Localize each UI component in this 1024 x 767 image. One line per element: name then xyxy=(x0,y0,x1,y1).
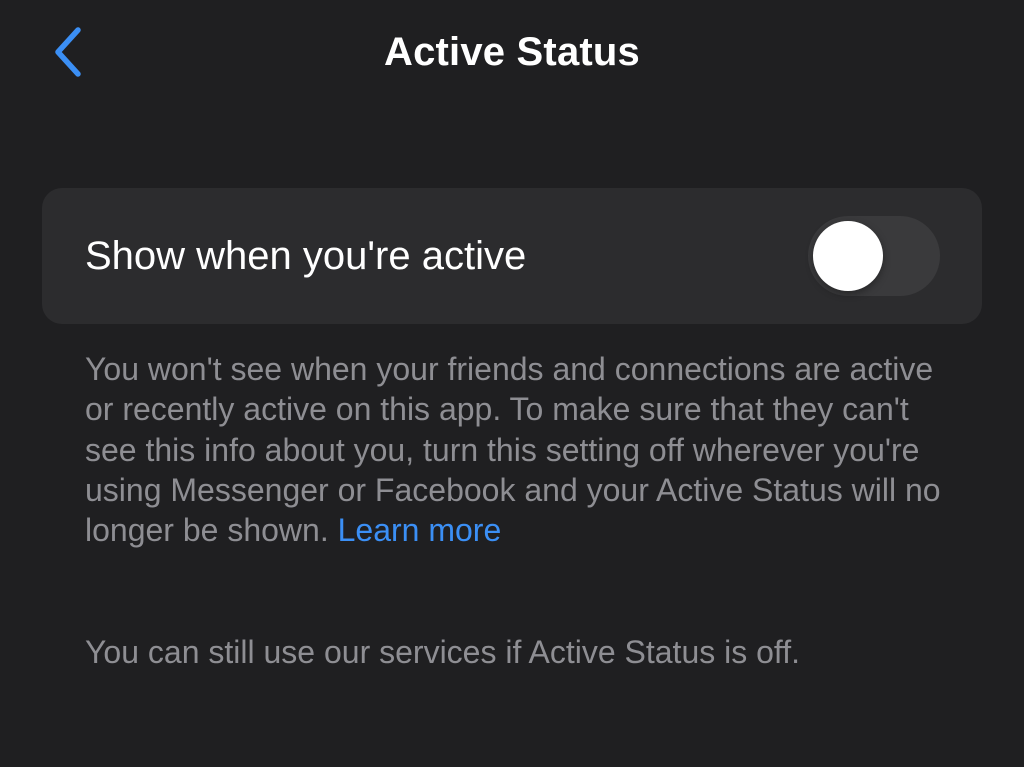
description-text: You won't see when your friends and conn… xyxy=(85,351,941,549)
learn-more-link[interactable]: Learn more xyxy=(338,512,502,548)
show-active-label: Show when you're active xyxy=(85,234,527,278)
show-active-setting-row: Show when you're active xyxy=(42,188,982,324)
services-note: You can still use our services if Active… xyxy=(85,634,801,670)
active-status-screen: Active Status Show when you're active Yo… xyxy=(0,0,1024,767)
show-active-toggle[interactable] xyxy=(808,216,940,296)
active-status-description: You won't see when your friends and conn… xyxy=(85,349,945,550)
navigation-bar: Active Status xyxy=(0,0,1024,104)
page-title: Active Status xyxy=(383,30,641,74)
toggle-knob xyxy=(813,221,883,291)
